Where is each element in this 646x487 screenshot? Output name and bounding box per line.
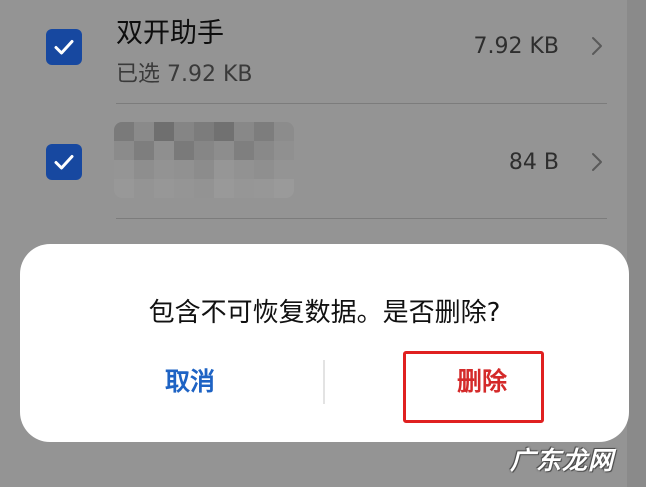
- mosaic-cell: [174, 160, 194, 179]
- mosaic-cell: [214, 160, 234, 179]
- delete-button[interactable]: 删除: [402, 360, 562, 400]
- mosaic-cell: [254, 179, 274, 198]
- mosaic-cell: [194, 160, 214, 179]
- mosaic-cell: [154, 122, 174, 141]
- mosaic-cell: [154, 141, 174, 160]
- mosaic-cell: [254, 160, 274, 179]
- mosaic-cell: [134, 160, 154, 179]
- mosaic-cell: [114, 141, 134, 160]
- mosaic-cell: [194, 122, 214, 141]
- mosaic-cell: [274, 141, 294, 160]
- item-size: 84 B: [508, 150, 559, 175]
- list-divider: [116, 218, 607, 219]
- item-checkbox[interactable]: [46, 144, 82, 180]
- mosaic-cell: [134, 179, 154, 198]
- mosaic-cell: [214, 179, 234, 198]
- delete-confirm-dialog: 包含不可恢复数据。是否删除? 取消 删除: [20, 244, 629, 442]
- item-size: 7.92 KB: [473, 34, 560, 59]
- mosaic-cell: [234, 141, 254, 160]
- mosaic-cell: [274, 160, 294, 179]
- mosaic-cell: [114, 160, 134, 179]
- list-item[interactable]: 双开助手 已选 7.92 KB 7.92 KB: [0, 0, 627, 104]
- mosaic-cell: [254, 141, 274, 160]
- chevron-right-icon[interactable]: [590, 35, 604, 57]
- dialog-message: 包含不可恢复数据。是否删除?: [148, 298, 501, 328]
- item-subtitle: 已选 7.92 KB: [116, 62, 253, 87]
- mosaic-cell: [154, 179, 174, 198]
- mosaic-cell: [134, 141, 154, 160]
- mosaic-cell: [214, 141, 234, 160]
- mosaic-cell: [214, 122, 234, 141]
- cancel-button[interactable]: 取消: [110, 360, 270, 400]
- mosaic-cell: [174, 141, 194, 160]
- mosaic-cell: [154, 160, 174, 179]
- chevron-right-icon[interactable]: [590, 151, 604, 173]
- mosaic-cell: [174, 179, 194, 198]
- item-checkbox[interactable]: [46, 29, 82, 65]
- mosaic-cell: [174, 122, 194, 141]
- watermark: 广东龙网: [510, 446, 615, 475]
- mosaic-cell: [274, 122, 294, 141]
- mosaic-cell: [134, 122, 154, 141]
- mosaic-cell: [274, 179, 294, 198]
- mosaic-cell: [234, 122, 254, 141]
- mosaic-cell: [254, 122, 274, 141]
- scroll-edge: [627, 0, 646, 487]
- mosaic-cell: [194, 141, 214, 160]
- item-title: 双开助手: [116, 18, 224, 49]
- pixelated-item-name: [114, 122, 294, 198]
- mosaic-cell: [114, 122, 134, 141]
- mosaic-cell: [234, 160, 254, 179]
- checkmark-icon: [54, 155, 74, 170]
- checkmark-icon: [54, 40, 74, 55]
- list-item[interactable]: 84 B: [0, 104, 627, 218]
- mosaic-cell: [194, 179, 214, 198]
- mosaic-cell: [234, 179, 254, 198]
- mosaic-cell: [114, 179, 134, 198]
- button-separator: [323, 360, 325, 404]
